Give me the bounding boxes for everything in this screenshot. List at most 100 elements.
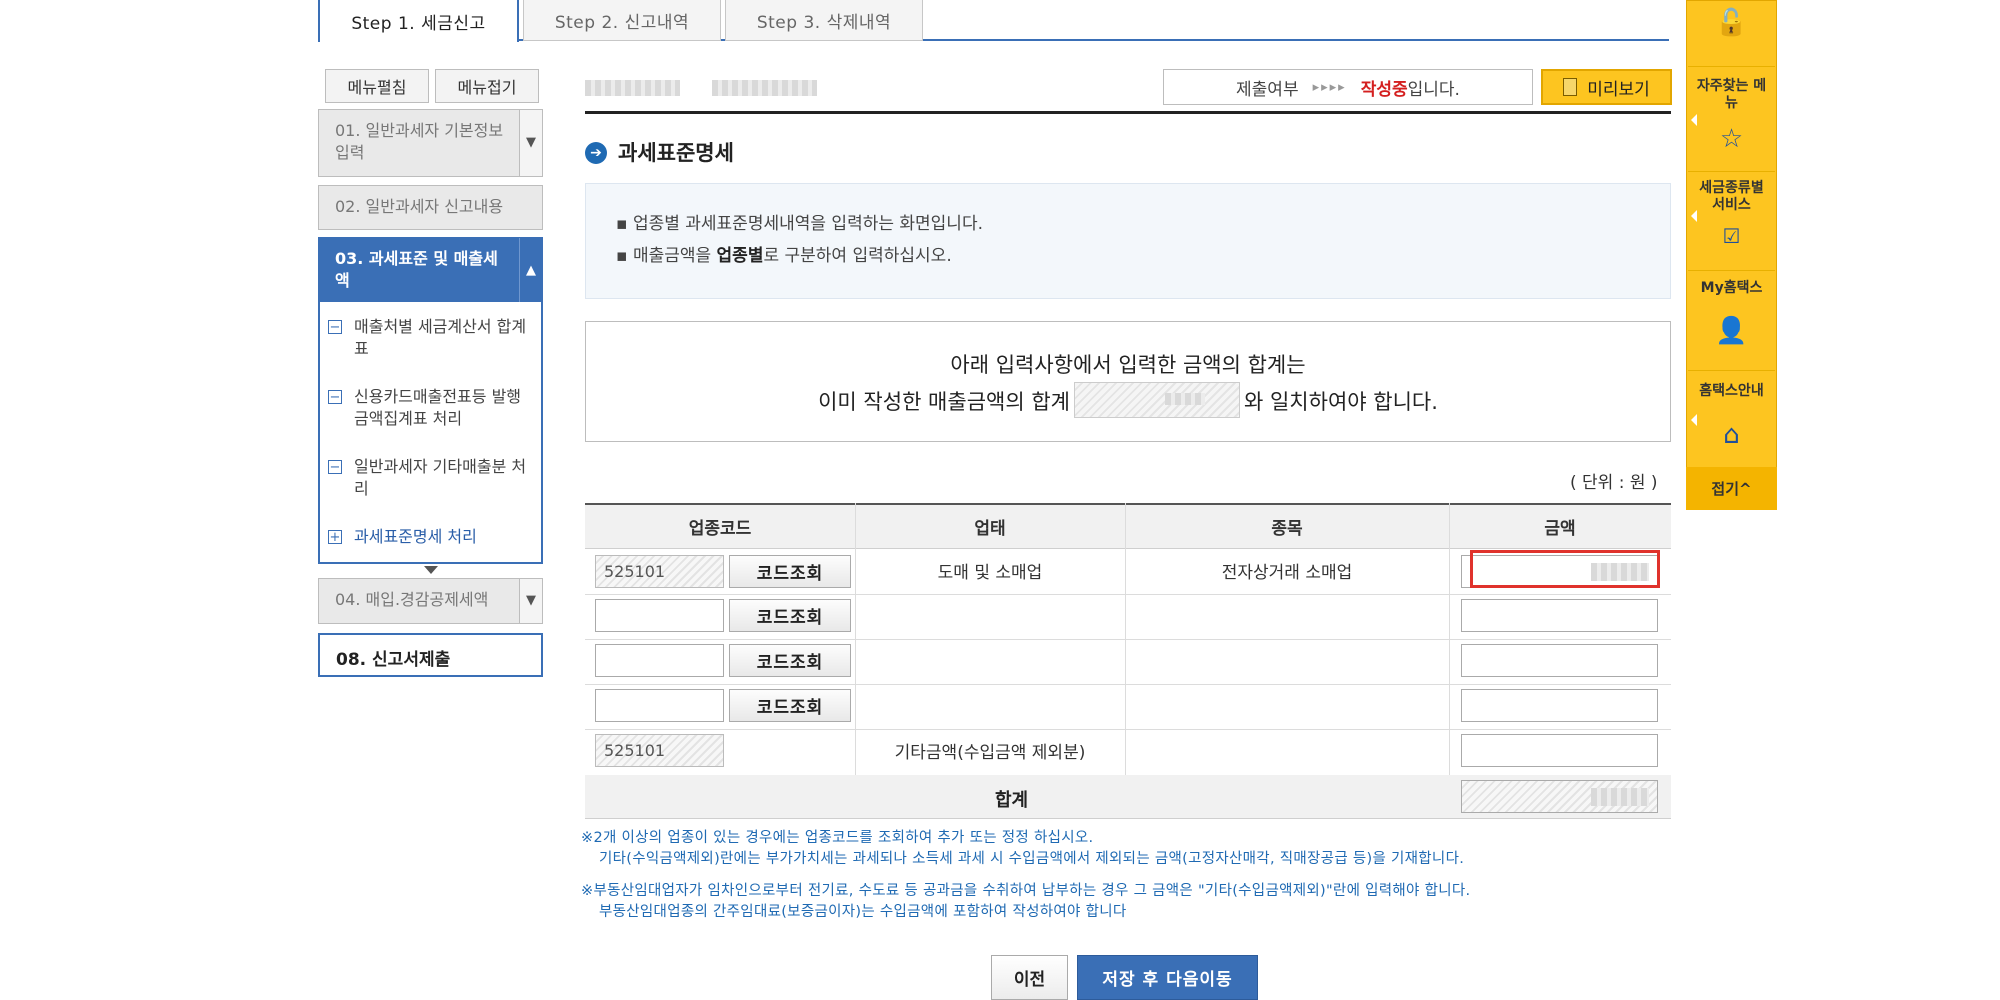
sales-total-field — [1073, 382, 1240, 418]
triangle-icon — [1691, 210, 1697, 222]
arrows-icon: ▸▸▸▸ — [1312, 79, 1347, 95]
subnav-item-other-sales[interactable]: − 일반과세자 기타매출분 처리 — [328, 456, 533, 500]
subnav-item-tax-base-detail[interactable]: + 과세표준명세 처리 — [328, 526, 533, 548]
save-next-button[interactable]: 저장 후 다음이동 — [1077, 955, 1258, 1000]
tab-step3[interactable]: Step 3. 삭제내역 — [725, 0, 923, 41]
nav-item-label: 04. 매입.경감공제세액 — [335, 590, 489, 609]
column-header-business-type: 업태 — [855, 503, 1125, 549]
tabs-underline — [318, 39, 1669, 41]
code-input[interactable] — [595, 644, 724, 677]
info-box: ▪ 업종별 과세표준명세내역을 입력하는 화면입니다. ▪ 매출금액을 업종별로… — [585, 183, 1671, 299]
code-input[interactable] — [595, 599, 724, 632]
other-amount-label: 기타금액(수입금액 제외분) — [894, 743, 1086, 763]
code-search-button[interactable]: 코드조회 — [729, 644, 851, 677]
unit-label: ( 단위 : 원 ) — [1570, 473, 1658, 493]
arrow-down-icon — [424, 566, 438, 574]
user-icon: 👤 — [1715, 316, 1748, 346]
chevron-down-icon[interactable]: ▼ — [519, 110, 542, 176]
column-header-item: 종목 — [1125, 503, 1449, 549]
subnav-item-label: 일반과세자 기타매출분 처리 — [354, 457, 527, 498]
note-line: ※2개 이상의 업종이 있는 경우에는 업종코드를 조회하여 추가 또는 정정 … — [581, 830, 1094, 846]
subnav-list: − 매출처별 세금계산서 합계표 − 신용카드매출전표등 발행금액집계표 처리 … — [318, 302, 543, 564]
grid-line — [585, 684, 1671, 685]
submission-status: 제출여부 ▸▸▸▸ 작성중입니다. — [1163, 69, 1533, 105]
note-line: 부동산임대업종의 간주임대료(보증금이자)는 수입금액에 포함하여 작성하여야 … — [599, 904, 1127, 920]
note-line: ※부동산임대업자가 임차인으로부터 전기료, 수도료 등 공과금을 수취하여 납… — [581, 883, 1471, 899]
prev-button[interactable]: 이전 — [991, 955, 1068, 1000]
arrow-circle-icon: ➔ — [585, 142, 607, 164]
quick-my-hometax[interactable]: My홈택스 — [1686, 280, 1777, 297]
amount-input[interactable] — [1461, 689, 1658, 722]
nav-item-tax-base[interactable]: 03. 과세표준 및 매출세액 ▲ — [318, 237, 543, 304]
code-search-button[interactable]: 코드조회 — [729, 689, 851, 722]
total-label: 합계 — [995, 790, 1029, 811]
subnav-item-label: 신용카드매출전표등 발행금액집계표 처리 — [354, 387, 522, 428]
section-title: 과세표준명세 — [618, 141, 734, 165]
amount-input[interactable] — [1461, 734, 1658, 767]
nav-item-label: 01. 일반과세자 기본정보입력 — [335, 121, 504, 162]
grid-line — [585, 729, 1671, 730]
chevron-down-icon[interactable]: ▼ — [519, 579, 542, 623]
notice-box: 아래 입력사항에서 입력한 금액의 합계는 이미 작성한 매출금액의 합계 와 일… — [585, 321, 1671, 442]
column-header-amount: 금액 — [1449, 503, 1671, 549]
tab-step1[interactable]: Step 1. 세금신고 — [318, 0, 519, 42]
code-input[interactable] — [595, 689, 724, 722]
chevron-up-icon[interactable]: ▲ — [519, 238, 542, 303]
menu-expand-button[interactable]: 메뉴펼침 — [325, 69, 429, 103]
info-line: ▪ 매출금액을 업종별로 구분하여 입력하십시오. — [616, 246, 952, 266]
code-search-button[interactable]: 코드조회 — [729, 555, 851, 588]
quick-fold-button[interactable]: 접기 ^ — [1686, 467, 1777, 510]
house-icon: ⌂ — [1723, 420, 1740, 450]
subnav-item-label: 과세표준명세 처리 — [354, 527, 477, 546]
nav-item-label: 03. 과세표준 및 매출세액 — [335, 249, 498, 290]
status-label: 제출여부 — [1236, 79, 1299, 100]
unlock-icon[interactable]: 🔓 — [1686, 8, 1777, 38]
preview-label: 미리보기 — [1587, 79, 1650, 100]
nav-item-submit[interactable]: 08. 신고서제출 — [318, 633, 543, 677]
subnav-item-label: 매출처별 세금계산서 합계표 — [354, 317, 527, 358]
info-line: ▪ 업종별 과세표준명세내역을 입력하는 화면입니다. — [616, 214, 983, 234]
amount-input[interactable] — [1461, 644, 1658, 677]
nav-item-deduction[interactable]: 04. 매입.경감공제세액 ▼ — [318, 578, 543, 624]
document-icon — [1563, 78, 1578, 96]
preview-button[interactable]: 미리보기 — [1541, 69, 1672, 105]
item-cell: 전자상거래 소매업 — [1221, 563, 1353, 583]
divider — [1688, 370, 1775, 371]
minus-icon: − — [328, 320, 342, 335]
note-line: 기타(수익금액제외)란에는 부가가치세는 과세되나 소득세 과세 시 수입금액에… — [599, 851, 1465, 867]
code-input[interactable]: 525101 — [595, 555, 724, 588]
redacted-user-info — [712, 80, 817, 96]
quick-tax-service[interactable]: 세금종류별 서비스 — [1686, 180, 1777, 214]
nav-item-report-content[interactable]: 02. 일반과세자 신고내용 — [318, 185, 543, 230]
minus-icon: − — [328, 390, 342, 405]
redacted-user-info — [585, 80, 680, 96]
notice-line: 이미 작성한 매출금액의 합계 와 일치하여야 합니다. — [586, 382, 1670, 421]
grid-line — [585, 639, 1671, 640]
nav-item-label: 02. 일반과세자 신고내용 — [335, 197, 504, 216]
grid-line — [585, 594, 1671, 595]
plus-icon: + — [328, 530, 342, 545]
divider — [1688, 66, 1775, 67]
checkbox-icon: ☑ — [1722, 224, 1741, 248]
divider — [1688, 270, 1775, 271]
status-suffix: 입니다. — [1407, 79, 1460, 100]
total-amount-field — [1461, 780, 1658, 813]
status-state: 작성중 — [1360, 79, 1408, 100]
quick-faq-menu[interactable]: 자주찾는 메뉴 — [1686, 78, 1777, 112]
subnav-item-card-sales[interactable]: − 신용카드매출전표등 발행금액집계표 처리 — [328, 386, 533, 430]
header-divider — [585, 111, 1671, 114]
subnav-item-invoice-summary[interactable]: − 매출처별 세금계산서 합계표 — [328, 316, 533, 360]
code-input: 525101 — [595, 734, 724, 767]
nav-item-basic-info[interactable]: 01. 일반과세자 기본정보입력 ▼ — [318, 109, 543, 177]
minus-icon: − — [328, 460, 342, 475]
code-search-button[interactable]: 코드조회 — [729, 599, 851, 632]
caret-up-icon: ^ — [1739, 479, 1752, 498]
amount-input[interactable] — [1461, 599, 1658, 632]
business-type-cell: 도매 및 소매업 — [937, 563, 1043, 583]
column-header-code: 업종코드 — [585, 503, 855, 549]
star-icon: ☆ — [1719, 124, 1744, 154]
menu-collapse-button[interactable]: 메뉴접기 — [435, 69, 539, 103]
divider — [1688, 171, 1775, 172]
tab-step2[interactable]: Step 2. 신고내역 — [523, 0, 721, 41]
quick-hometax-guide[interactable]: 홈택스안내 — [1686, 383, 1777, 400]
